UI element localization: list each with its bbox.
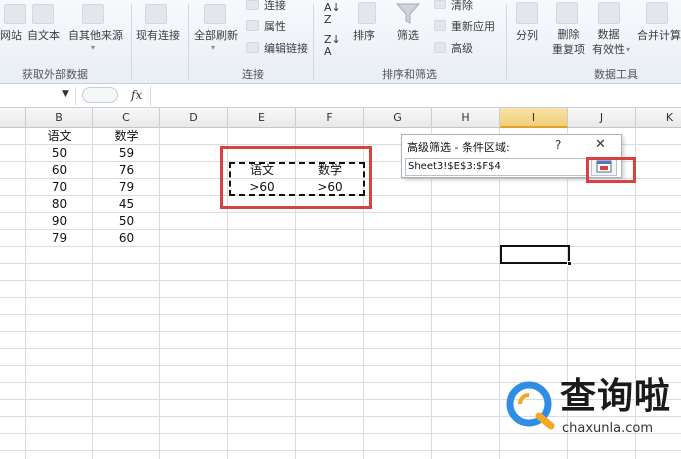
existing-connections-icon [145, 4, 167, 24]
dialog-title: 高级筛选 - 条件区域: [407, 141, 510, 154]
brand-url: chaxunla.com [562, 421, 653, 436]
group-label-data-tools: 数据工具 [594, 68, 638, 81]
cell-B7[interactable]: 79 [26, 230, 93, 247]
cell-B6[interactable]: 90 [26, 213, 93, 230]
cell-C5[interactable]: 45 [93, 196, 160, 213]
remove-duplicates-icon [556, 2, 578, 24]
criteria-range-input[interactable]: Sheet3!$E$3:$F$4 [405, 158, 587, 176]
group-label-connections: 连接 [242, 68, 264, 81]
edit-links-button[interactable]: 编辑链接 [264, 40, 308, 56]
clear-filter-icon [434, 0, 446, 9]
remove-duplicates-button[interactable]: 删除 重复项 [552, 27, 585, 57]
cell-C6[interactable]: 50 [93, 213, 160, 230]
column-header-row: B C D E F G H I J K [0, 108, 681, 128]
sort-dialog-icon [358, 2, 376, 24]
column-header-C[interactable]: C [93, 108, 160, 128]
name-box[interactable]: ▼ [0, 87, 76, 105]
ribbon: 网站 自文本 自其他来源 ▾ 现有连接 获取外部数据 全部刷新 ▾ 连接 属性 … [0, 0, 681, 84]
column-header-A-partial[interactable] [0, 108, 26, 128]
cell-B2[interactable]: 50 [26, 145, 93, 162]
properties-button[interactable]: 属性 [264, 18, 286, 34]
advanced-button[interactable]: 高级 [451, 40, 473, 56]
dropdown-arrow-icon: ▾ [211, 43, 216, 52]
column-header-F[interactable]: F [296, 108, 364, 128]
advanced-filter-icon [434, 42, 446, 53]
cell-B4[interactable]: 70 [26, 179, 93, 196]
close-button[interactable]: ✕ [595, 137, 606, 152]
insert-function-icon[interactable]: fx [131, 88, 142, 102]
other-sources-icon [82, 4, 104, 24]
text-to-columns-button[interactable]: 分列 [516, 27, 538, 43]
refresh-icon [204, 4, 226, 24]
fill-handle[interactable] [567, 261, 572, 266]
data-validation-button[interactable]: 数据 有效性 [592, 27, 625, 57]
clear-button[interactable]: 清除 [451, 0, 473, 13]
sort-az-icon[interactable]: A↓ Z [324, 2, 341, 26]
filter-button[interactable]: 筛选 [397, 27, 419, 43]
cell-B5[interactable]: 80 [26, 196, 93, 213]
brand-name: 查询啦 [560, 376, 672, 417]
edit-links-icon [246, 42, 259, 53]
cell-C3[interactable]: 76 [93, 162, 160, 179]
expand-button-highlight-box [586, 157, 636, 183]
column-header-H[interactable]: H [432, 108, 500, 128]
refresh-all-button[interactable]: 全部刷新 [194, 27, 238, 43]
column-header-G[interactable]: G [364, 108, 432, 128]
formula-input[interactable] [150, 86, 681, 106]
criteria-highlight-box [220, 146, 372, 209]
consolidate-button[interactable]: 合并计算 [637, 27, 681, 43]
column-header-I[interactable]: I [500, 108, 568, 128]
formula-bar: ▼ fx [0, 84, 681, 108]
text-file-icon [32, 4, 54, 24]
dropdown-arrow-icon: ▾ [626, 45, 631, 54]
ribbon-separator [506, 4, 507, 80]
connections-icon [246, 0, 259, 10]
text-to-columns-icon [516, 2, 538, 24]
name-box-dropdown-icon[interactable]: ▼ [62, 89, 69, 99]
column-header-K[interactable]: K [636, 108, 681, 128]
cell-B1[interactable]: 语文 [26, 128, 93, 145]
filter-funnel-icon [396, 3, 420, 24]
cell-B3[interactable]: 60 [26, 162, 93, 179]
consolidate-icon [646, 2, 668, 24]
cell-C1[interactable]: 数学 [93, 128, 160, 145]
formula-bar-expander[interactable] [82, 87, 118, 103]
properties-icon [246, 20, 259, 31]
from-web-button[interactable]: 网站 [0, 27, 22, 43]
watermark: 查询啦 chaxunla.com [505, 372, 681, 459]
sort-button[interactable]: 排序 [353, 27, 375, 43]
existing-connections-button[interactable]: 现有连接 [136, 27, 180, 43]
active-cell[interactable] [500, 245, 572, 266]
from-other-sources-button[interactable]: 自其他来源 [68, 27, 123, 43]
sort-za-icon[interactable]: Z↓ A [324, 34, 341, 58]
column-header-B[interactable]: B [26, 108, 93, 128]
reapply-button[interactable]: 重新应用 [451, 18, 495, 34]
data-validation-icon [598, 2, 620, 24]
group-label-sort-filter: 排序和筛选 [382, 68, 437, 81]
web-icon [4, 4, 26, 24]
ribbon-separator [131, 4, 132, 80]
from-text-button[interactable]: 自文本 [27, 27, 60, 43]
column-header-E[interactable]: E [228, 108, 296, 128]
reapply-icon [434, 20, 446, 31]
dropdown-arrow-icon: ▾ [91, 43, 96, 52]
column-header-J[interactable]: J [568, 108, 636, 128]
cell-C7[interactable]: 60 [93, 230, 160, 247]
brand-logo-icon [506, 381, 555, 430]
group-label-get-external-data: 获取外部数据 [22, 68, 88, 81]
ribbon-separator [188, 4, 189, 80]
help-button[interactable]: ? [555, 138, 561, 152]
ribbon-separator [313, 4, 314, 80]
cell-C2[interactable]: 59 [93, 145, 160, 162]
column-header-D[interactable]: D [160, 108, 228, 128]
connections-button[interactable]: 连接 [264, 0, 286, 13]
cell-C4[interactable]: 79 [93, 179, 160, 196]
